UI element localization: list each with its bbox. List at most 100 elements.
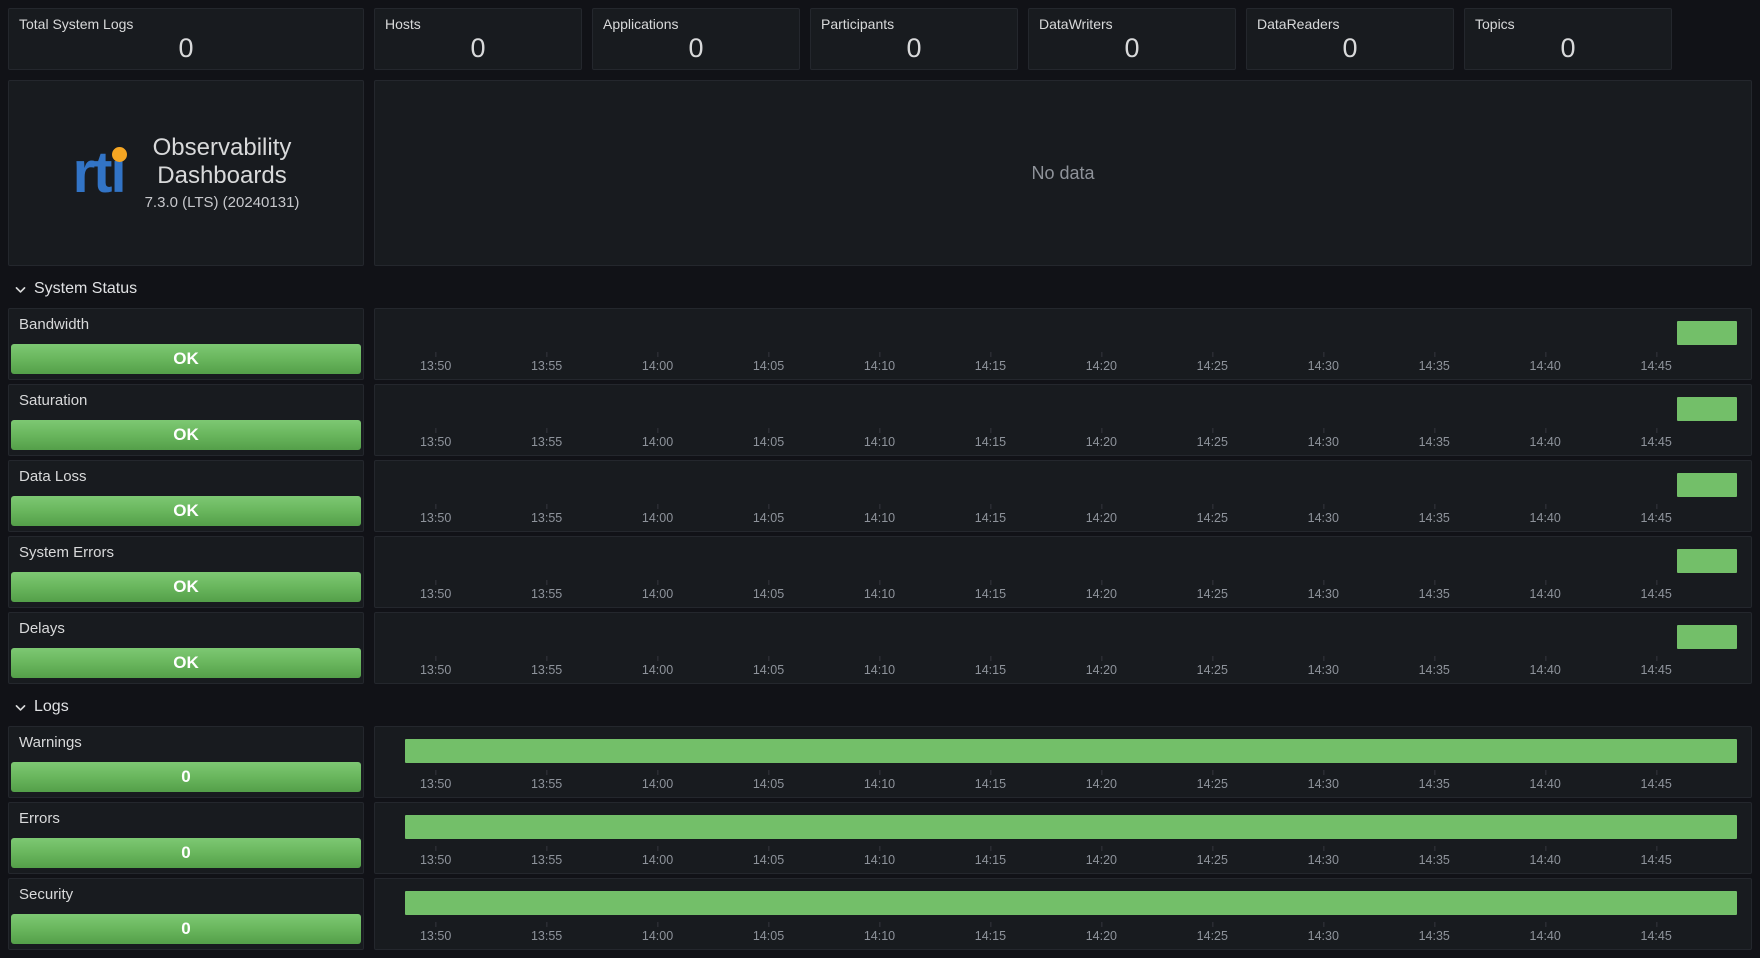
rti-logo: rti	[73, 144, 125, 202]
axis-tick-label: 14:35	[1419, 435, 1450, 449]
timeline-security[interactable]: 13:5013:5514:0014:0514:1014:1514:2014:25…	[374, 878, 1752, 950]
axis-tick-label: 14:40	[1530, 435, 1561, 449]
axis-tick-label: 14:30	[1308, 435, 1339, 449]
axis-tick-label: 14:40	[1530, 511, 1561, 525]
axis-tick-label: 14:10	[864, 663, 895, 677]
axis-tick-label: 14:45	[1641, 929, 1672, 943]
timeline-delays[interactable]: 13:5013:5514:0014:0514:1014:1514:2014:25…	[374, 612, 1752, 684]
chevron-down-icon	[14, 701, 27, 714]
timeline-system-errors[interactable]: 13:5013:5514:0014:0514:1014:1514:2014:25…	[374, 536, 1752, 608]
no-data-panel[interactable]: No data	[374, 80, 1752, 266]
timeline-bandwidth[interactable]: 13:5013:5514:0014:0514:1014:1514:2014:25…	[374, 308, 1752, 380]
log-gauge-panel-security[interactable]: Security 0	[8, 878, 364, 950]
rti-logo-dot-icon	[112, 147, 127, 162]
axis-tick-label: 14:35	[1419, 853, 1450, 867]
status-bar: OK	[11, 572, 361, 602]
axis-tick-label: 14:05	[753, 587, 784, 601]
timeline-segment	[1677, 321, 1737, 345]
section-header-logs[interactable]: Logs	[8, 692, 1752, 722]
axis-tick-label: 14:10	[864, 359, 895, 373]
stat-title: Hosts	[385, 15, 571, 33]
axis-tick-label: 14:05	[753, 435, 784, 449]
axis-tick-label: 14:25	[1197, 929, 1228, 943]
status-bar: OK	[11, 496, 361, 526]
timeline-chart	[405, 812, 1737, 842]
axis-tick-label: 14:25	[1197, 359, 1228, 373]
axis-tick-label: 14:05	[753, 511, 784, 525]
stat-value: 0	[1039, 33, 1225, 66]
axis-tick-label: 14:40	[1530, 929, 1561, 943]
chevron-down-icon	[14, 283, 27, 296]
status-row-delays: Delays OK 13:5013:5514:0014:0514:1014:15…	[8, 612, 1752, 684]
axis-tick-label: 14:35	[1419, 929, 1450, 943]
axis-tick-label: 14:30	[1308, 587, 1339, 601]
axis-tick-label: 14:40	[1530, 663, 1561, 677]
stat-title: Participants	[821, 15, 1007, 33]
status-gauge-panel-data-loss[interactable]: Data Loss OK	[8, 460, 364, 532]
axis-tick-label: 13:50	[420, 929, 451, 943]
gauge-label: Bandwidth	[19, 316, 89, 333]
time-axis: 13:5013:5514:0014:0514:1014:1514:2014:25…	[405, 585, 1737, 601]
axis-tick-label: 14:10	[864, 435, 895, 449]
axis-tick-label: 14:00	[642, 511, 673, 525]
status-gauge-panel-system-errors[interactable]: System Errors OK	[8, 536, 364, 608]
axis-tick-label: 14:45	[1641, 359, 1672, 373]
stat-panel-hosts[interactable]: Hosts 0	[374, 8, 582, 70]
timeline-errors[interactable]: 13:5013:5514:0014:0514:1014:1514:2014:25…	[374, 802, 1752, 874]
axis-tick-label: 14:45	[1641, 777, 1672, 791]
time-axis: 13:5013:5514:0014:0514:1014:1514:2014:25…	[405, 433, 1737, 449]
stat-value: 0	[821, 33, 1007, 66]
log-gauge-panel-errors[interactable]: Errors 0	[8, 802, 364, 874]
axis-tick-label: 14:05	[753, 663, 784, 677]
timeline-chart	[405, 546, 1737, 576]
no-data-label: No data	[1031, 163, 1094, 184]
stat-panel-topics[interactable]: Topics 0	[1464, 8, 1672, 70]
axis-tick-label: 13:55	[531, 435, 562, 449]
axis-tick-label: 14:45	[1641, 853, 1672, 867]
stat-panel-datareaders[interactable]: DataReaders 0	[1246, 8, 1454, 70]
status-gauge-panel-bandwidth[interactable]: Bandwidth OK	[8, 308, 364, 380]
axis-tick-label: 14:45	[1641, 435, 1672, 449]
axis-tick-label: 14:20	[1086, 511, 1117, 525]
axis-tick-label: 14:30	[1308, 929, 1339, 943]
stat-value: 0	[19, 33, 353, 66]
time-axis: 13:5013:5514:0014:0514:1014:1514:2014:25…	[405, 927, 1737, 943]
time-axis: 13:5013:5514:0014:0514:1014:1514:2014:25…	[405, 775, 1737, 791]
section-title: System Status	[34, 280, 137, 298]
time-axis: 13:5013:5514:0014:0514:1014:1514:2014:25…	[405, 851, 1737, 867]
axis-tick-label: 14:25	[1197, 777, 1228, 791]
axis-tick-label: 14:15	[975, 663, 1006, 677]
timeline-chart	[405, 470, 1737, 500]
log-gauge-panel-warnings[interactable]: Warnings 0	[8, 726, 364, 798]
stat-panel-datawriters[interactable]: DataWriters 0	[1028, 8, 1236, 70]
timeline-warnings[interactable]: 13:5013:5514:0014:0514:1014:1514:2014:25…	[374, 726, 1752, 798]
axis-tick-label: 13:50	[420, 359, 451, 373]
axis-tick-label: 13:50	[420, 435, 451, 449]
stat-title: DataWriters	[1039, 15, 1225, 33]
axis-tick-label: 14:00	[642, 587, 673, 601]
gauge-label: Data Loss	[19, 468, 87, 485]
stat-panel-total-system-logs[interactable]: Total System Logs 0	[8, 8, 364, 70]
axis-tick-label: 14:30	[1308, 663, 1339, 677]
axis-tick-label: 14:15	[975, 511, 1006, 525]
gauge-label: Errors	[19, 810, 60, 827]
header-row: rti Observability Dashboards 7.3.0 (LTS)…	[8, 80, 1752, 266]
status-row-system-errors: System Errors OK 13:5013:5514:0014:0514:…	[8, 536, 1752, 608]
axis-tick-label: 14:05	[753, 777, 784, 791]
status-gauge-panel-delays[interactable]: Delays OK	[8, 612, 364, 684]
timeline-saturation[interactable]: 13:5013:5514:0014:0514:1014:1514:2014:25…	[374, 384, 1752, 456]
axis-tick-label: 13:55	[531, 587, 562, 601]
stat-panel-participants[interactable]: Participants 0	[810, 8, 1018, 70]
count-bar: 0	[11, 838, 361, 868]
section-header-system-status[interactable]: System Status	[8, 274, 1752, 304]
stat-title: Total System Logs	[19, 15, 353, 33]
status-gauge-panel-saturation[interactable]: Saturation OK	[8, 384, 364, 456]
axis-tick-label: 13:55	[531, 663, 562, 677]
axis-tick-label: 14:10	[864, 853, 895, 867]
stat-panel-applications[interactable]: Applications 0	[592, 8, 800, 70]
branding-panel: rti Observability Dashboards 7.3.0 (LTS)…	[8, 80, 364, 266]
axis-tick-label: 14:30	[1308, 777, 1339, 791]
timeline-data-loss[interactable]: 13:5013:5514:0014:0514:1014:1514:2014:25…	[374, 460, 1752, 532]
axis-tick-label: 14:00	[642, 435, 673, 449]
timeline-segment	[405, 891, 1737, 915]
